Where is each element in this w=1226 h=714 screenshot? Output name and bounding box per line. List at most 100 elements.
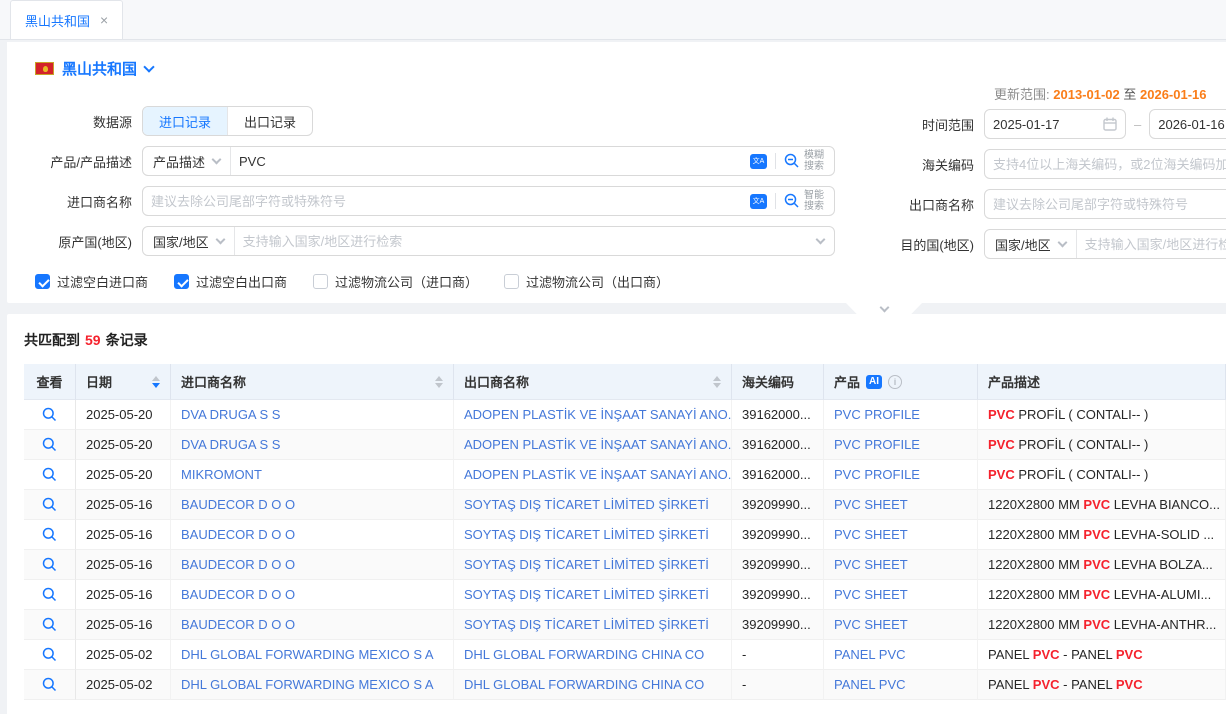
tab-export-records[interactable]: 出口记录 [227,107,312,135]
origin-country-select[interactable]: 国家/地区 [143,227,235,255]
product-link[interactable]: PVC SHEET [834,557,908,572]
checkbox-filter-logistics-exporter[interactable]: 过滤物流公司（出口商） [504,272,669,291]
exporter-link[interactable]: SOYTAŞ DIŞ TİCARET LİMİTED ŞİRKETİ [464,497,709,512]
column-header-importer[interactable]: 进口商名称 [171,364,454,400]
view-record-button[interactable] [24,580,76,610]
product-link[interactable]: PANEL PVC [834,677,906,692]
exporter-cell: DHL GLOBAL FORWARDING CHINA CO [454,640,732,670]
importer-link[interactable]: DHL GLOBAL FORWARDING MEXICO S A [181,647,434,662]
table-row: 2025-05-20MIKROMONTADOPEN PLASTİK VE İNŞ… [24,460,1226,490]
importer-cell: DVA DRUGA S S [171,400,454,430]
view-record-button[interactable] [24,520,76,550]
start-date-picker[interactable] [984,109,1126,139]
filter-checkbox-row: 过滤空白进口商 过滤空白出口商 过滤物流公司（进口商） 过滤物流公司（出口商） [7,266,859,303]
fuzzy-search-toggle[interactable]: 模糊搜索 [784,150,824,172]
table-header-row: 查看 日期 进口商名称 出口商名称 海关编码 [24,364,1226,400]
exporter-link[interactable]: SOYTAŞ DIŞ TİCARET LİMİTED ŞİRKETİ [464,557,709,572]
view-record-button[interactable] [24,400,76,430]
importer-cell: BAUDECOR D O O [171,580,454,610]
view-record-button[interactable] [24,640,76,670]
column-header-date[interactable]: 日期 [76,364,171,400]
hs-code-cell: 39209990... [732,580,824,610]
tab-import-records[interactable]: 进口记录 [143,107,227,135]
exporter-link[interactable]: SOYTAŞ DIŞ TİCARET LİMİTED ŞİRKETİ [464,587,709,602]
product-input[interactable] [231,148,744,174]
sort-icon[interactable] [152,376,160,388]
hs-code-input[interactable] [985,151,1226,177]
importer-link[interactable]: BAUDECOR D O O [181,617,295,632]
product-link[interactable]: PVC SHEET [834,617,908,632]
date-cell: 2025-05-20 [76,400,171,430]
importer-link[interactable]: DVA DRUGA S S [181,437,280,452]
importer-link[interactable]: MIKROMONT [181,467,262,482]
destination-input[interactable] [1077,231,1226,257]
end-date-input[interactable] [1158,111,1226,137]
results-table: 查看 日期 进口商名称 出口商名称 海关编码 [24,364,1226,700]
importer-link[interactable]: BAUDECOR D O O [181,527,295,542]
divider [775,193,776,209]
exporter-link[interactable]: SOYTAŞ DIŞ TİCARET LİMİTED ŞİRKETİ [464,617,709,632]
hs-code-group [984,149,1226,179]
view-record-icon [42,527,57,542]
importer-link[interactable]: DHL GLOBAL FORWARDING MEXICO S A [181,677,434,692]
view-record-button[interactable] [24,550,76,580]
smart-search-toggle[interactable]: 智能搜索 [784,190,824,212]
product-link[interactable]: PVC SHEET [834,497,908,512]
view-record-button[interactable] [24,610,76,640]
checkbox-filter-blank-exporter[interactable]: 过滤空白出口商 [174,272,287,291]
checkbox-filter-blank-importer[interactable]: 过滤空白进口商 [35,272,148,291]
view-record-icon [42,677,57,692]
hs-code-cell: 39209990... [732,520,824,550]
date-cell: 2025-05-20 [76,430,171,460]
exporter-row: 出口商名称 [859,189,1226,219]
importer-link[interactable]: BAUDECOR D O O [181,587,295,602]
view-record-icon [42,437,57,452]
tab-montenegro[interactable]: 黑山共和国 × [10,0,123,39]
translate-icon[interactable]: 文A [750,194,767,209]
product-link[interactable]: PVC PROFILE [834,467,920,482]
info-icon[interactable]: i [888,375,902,389]
destination-row: 目的国(地区) 国家/地区 [859,229,1226,259]
country-header[interactable]: 黑山共和国 [7,50,1226,85]
exporter-link[interactable]: DHL GLOBAL FORWARDING CHINA CO [464,647,704,662]
destination-select[interactable]: 国家/地区 [985,230,1077,258]
importer-link[interactable]: BAUDECOR D O O [181,557,295,572]
checkbox-filter-logistics-importer[interactable]: 过滤物流公司（进口商） [313,272,478,291]
product-link[interactable]: PVC PROFILE [834,437,920,452]
view-record-button[interactable] [24,430,76,460]
sort-icon[interactable] [435,376,443,388]
importer-input[interactable] [143,188,744,214]
importer-link[interactable]: DVA DRUGA S S [181,407,280,422]
date-cell: 2025-05-02 [76,670,171,700]
translate-icon[interactable]: 文A [750,154,767,169]
sort-icon[interactable] [713,376,721,388]
column-header-exporter[interactable]: 出口商名称 [454,364,732,400]
importer-input-group: 文A 智能搜索 [142,186,835,216]
exporter-cell: SOYTAŞ DIŞ TİCARET LİMİTED ŞİRKETİ [454,550,732,580]
product-link[interactable]: PVC SHEET [834,527,908,542]
exporter-link[interactable]: ADOPEN PLASTİK VE İNŞAAT SANAYİ ANO... [464,467,732,482]
view-record-button[interactable] [24,490,76,520]
start-date-input[interactable] [993,111,1097,137]
product-link[interactable]: PANEL PVC [834,647,906,662]
exporter-link[interactable]: SOYTAŞ DIŞ TİCARET LİMİTED ŞİRKETİ [464,527,709,542]
exporter-link[interactable]: ADOPEN PLASTİK VE İNŞAAT SANAYİ ANO... [464,407,732,422]
product-link[interactable]: PVC PROFILE [834,407,920,422]
checkbox-icon [313,274,328,289]
time-range-row: 时间范围 – [859,109,1226,139]
exporter-input[interactable] [985,191,1226,217]
origin-country-input[interactable] [235,228,811,254]
view-record-button[interactable] [24,460,76,490]
end-date-picker[interactable] [1149,109,1226,139]
close-icon[interactable]: × [100,13,108,27]
importer-link[interactable]: BAUDECOR D O O [181,497,295,512]
chevron-down-icon [1057,237,1067,247]
exporter-link[interactable]: DHL GLOBAL FORWARDING CHINA CO [464,677,704,692]
exporter-link[interactable]: ADOPEN PLASTİK VE İNŞAAT SANAYİ ANO... [464,437,732,452]
product-type-select[interactable]: 产品描述 [143,147,231,175]
product-link[interactable]: PVC SHEET [834,587,908,602]
view-record-button[interactable] [24,670,76,700]
description-cell: 1220X2800 MM PVC LEVHA BIANCO... [978,490,1226,520]
exporter-cell: SOYTAŞ DIŞ TİCARET LİMİTED ŞİRKETİ [454,580,732,610]
product-cell: PVC SHEET [824,520,978,550]
